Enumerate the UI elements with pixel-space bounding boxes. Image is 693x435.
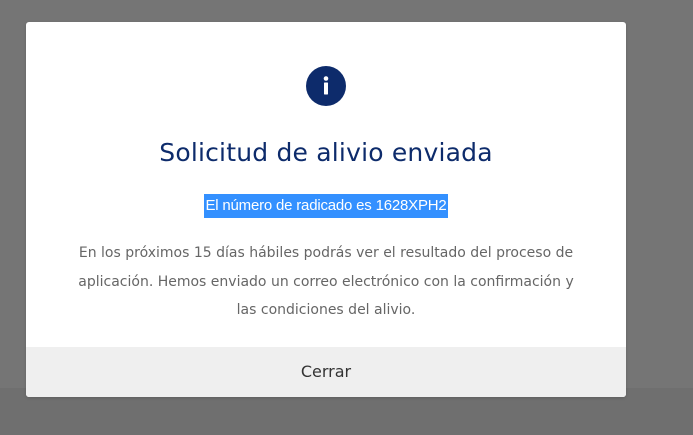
confirmation-dialog: Solicitud de alivio enviada El número de… bbox=[26, 22, 626, 397]
message-line: las condiciones del alivio. bbox=[236, 302, 416, 318]
message-line: aplicación. Hemos enviado un correo elec… bbox=[78, 273, 574, 290]
close-button[interactable]: Cerrar bbox=[26, 347, 626, 397]
radicado-number-text: El número de radicado es 1628XPH2 bbox=[204, 194, 448, 218]
dialog-message: En los próximos 15 días hábiles podrás v… bbox=[76, 239, 576, 325]
radicado-row: El número de radicado es 1628XPH2 bbox=[26, 194, 626, 218]
message-line: En los próximos 15 días hábiles podrás v… bbox=[78, 245, 574, 261]
info-icon bbox=[306, 66, 346, 106]
dialog-title: Solicitud de alivio enviada bbox=[159, 138, 493, 167]
